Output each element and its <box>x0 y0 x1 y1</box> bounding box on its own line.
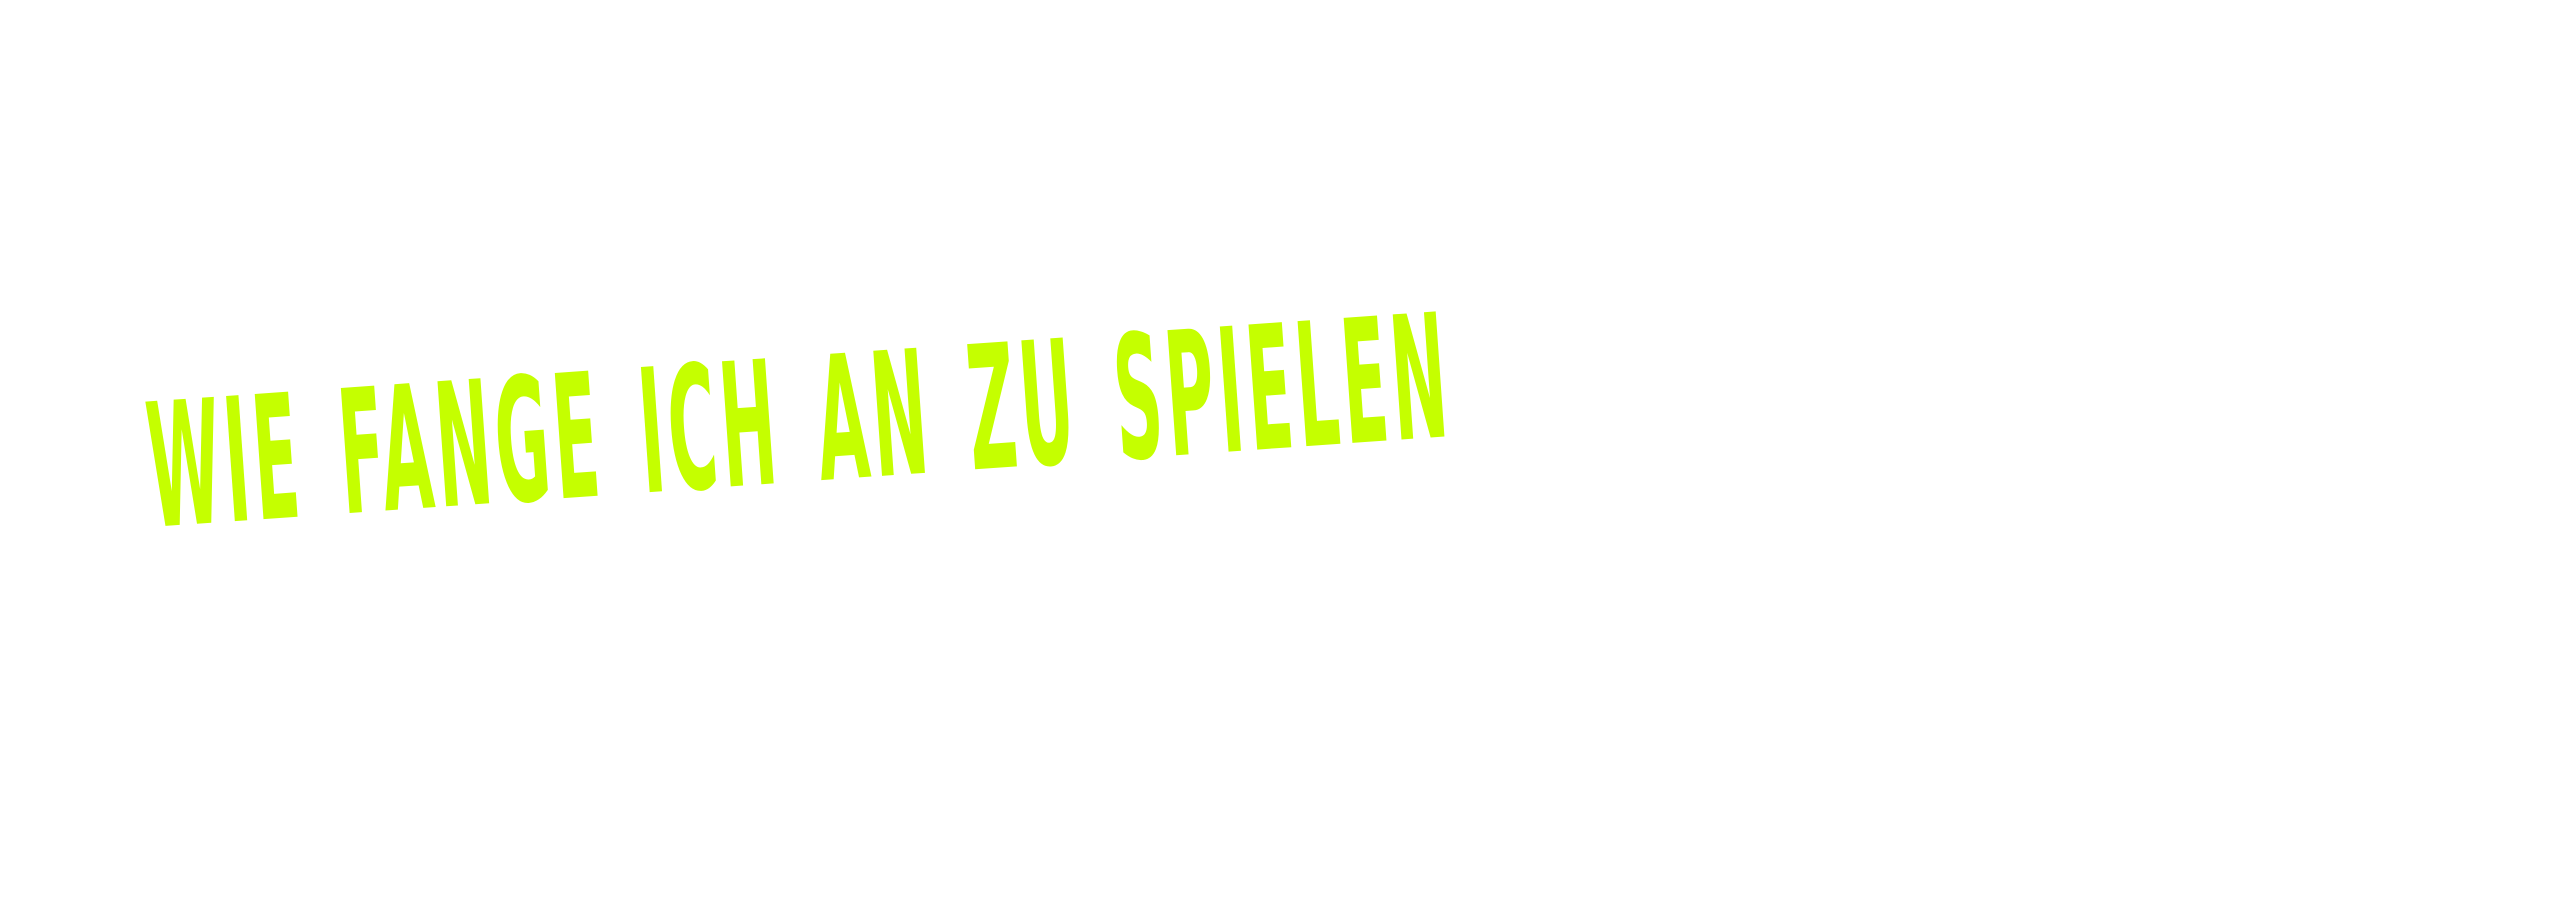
graphic-canvas: WIE FANGE ICH AN ZU SPIELEN <box>0 0 2566 923</box>
headline-text: WIE FANGE ICH AN ZU SPIELEN <box>140 276 1458 568</box>
